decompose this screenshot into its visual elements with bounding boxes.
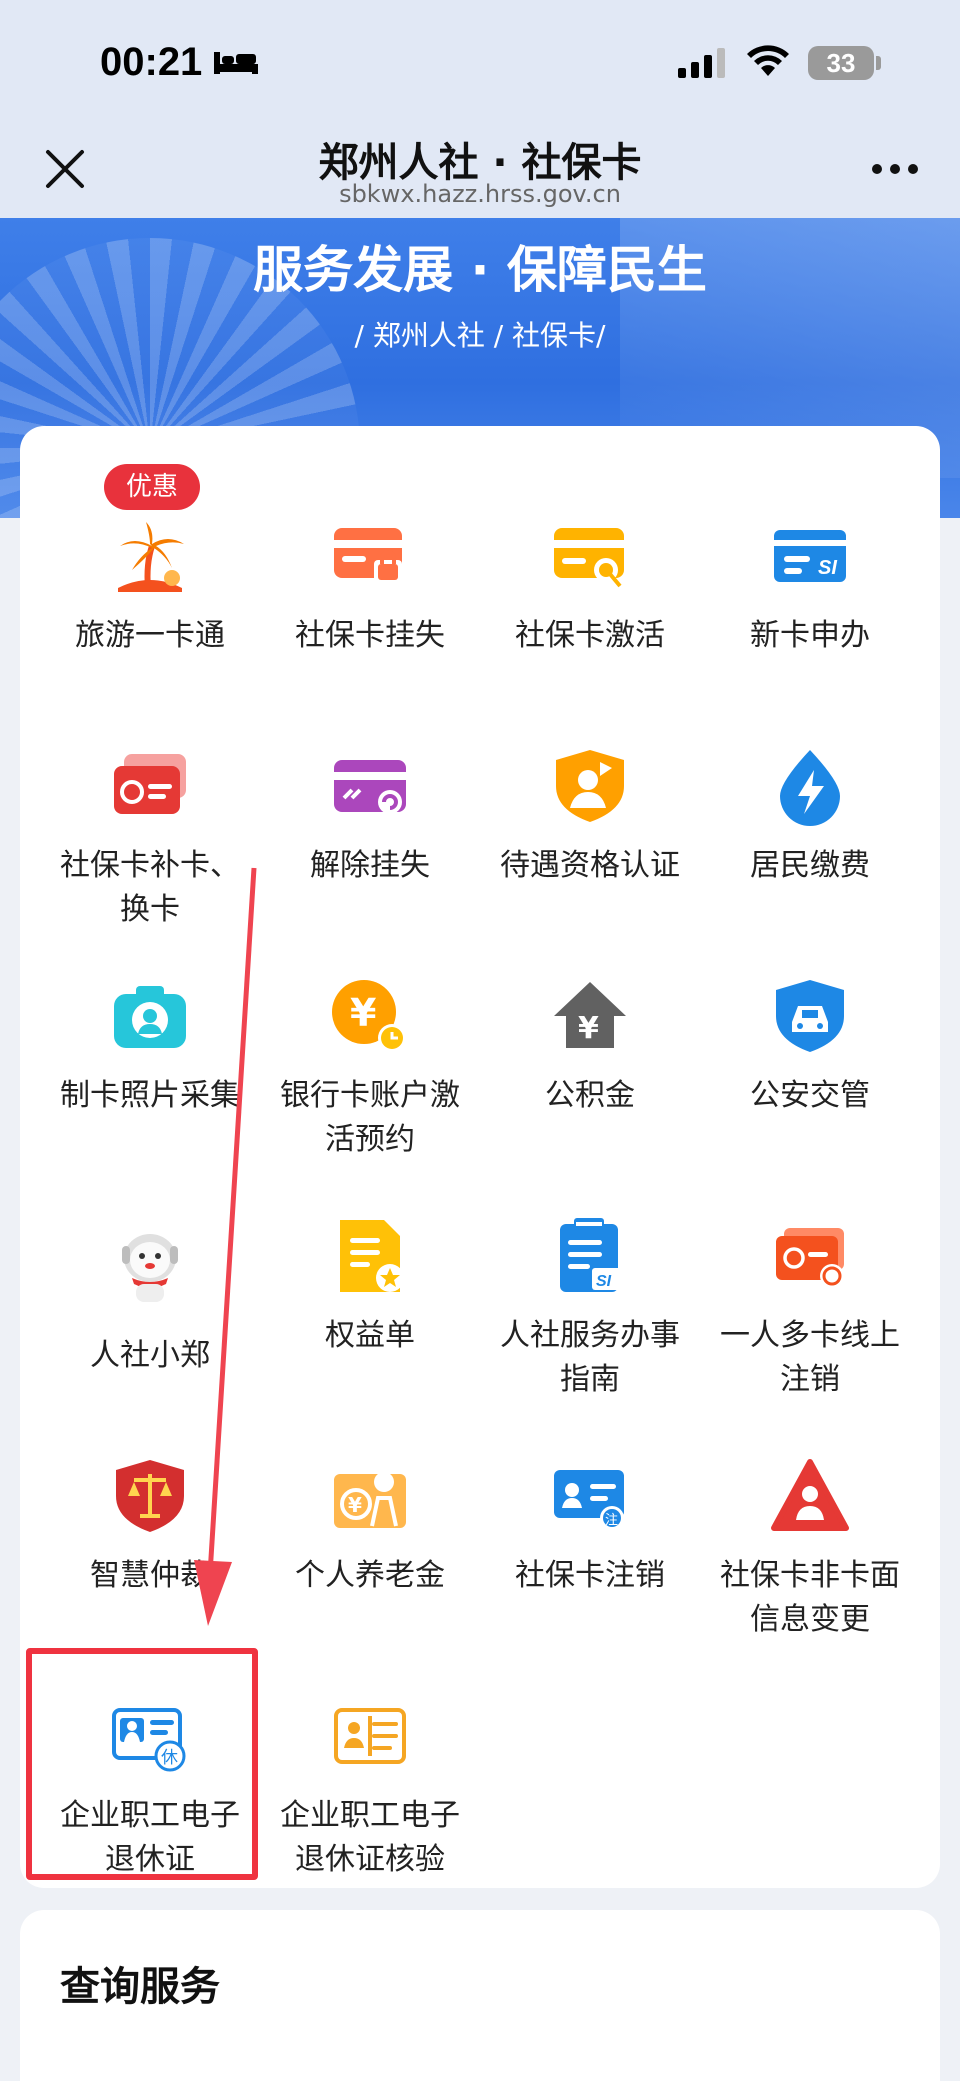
- service-item[interactable]: 权益单: [260, 1146, 480, 1376]
- page-url: sbkwx.hazz.hrss.gov.cn: [339, 180, 621, 208]
- card-cancel-icon: 注: [554, 1470, 624, 1530]
- multi-card-icon: [776, 1228, 844, 1288]
- svg-text:¥: ¥: [348, 1493, 362, 1517]
- card-replace-icon: [114, 754, 186, 814]
- service-item[interactable]: SI 新卡申办: [700, 446, 920, 676]
- service-item[interactable]: 制卡照片采集: [40, 906, 260, 1136]
- service-item[interactable]: 社保卡非卡面 信息变更: [700, 1386, 920, 1637]
- discount-badge: 优惠: [104, 464, 200, 510]
- service-label: 社保卡激活: [515, 618, 665, 653]
- service-label: 居民缴费: [750, 848, 870, 883]
- card-activate-icon: [554, 528, 624, 588]
- service-item[interactable]: 解除挂失: [260, 676, 480, 906]
- service-label: 解除挂失: [310, 848, 430, 883]
- service-item[interactable]: 一人多卡线上 注销: [700, 1146, 920, 1397]
- service-label: 旅游一卡通: [75, 618, 225, 653]
- service-label: 人社小郑: [90, 1338, 210, 1373]
- service-label: 制卡照片采集: [60, 1078, 240, 1113]
- banner-title: 服务发展 · 保障民生: [253, 241, 707, 299]
- battery-level: 33: [808, 46, 874, 80]
- service-label: 社保卡挂失: [295, 618, 445, 653]
- service-label: 个人养老金: [295, 1558, 445, 1593]
- new-card-icon: SI: [774, 530, 846, 582]
- service-item[interactable]: 社保卡挂失: [260, 446, 480, 676]
- top-bar: 00:21 33 郑州人社 · 社保卡 sbkwx.hazz.hrss.gov.…: [0, 0, 960, 218]
- yuan-clock-icon: ¥: [332, 980, 406, 1052]
- service-item[interactable]: 人社小郑: [40, 1156, 260, 1386]
- highlight-box: [26, 1648, 258, 1880]
- more-icon[interactable]: [872, 164, 918, 174]
- svg-text:SI: SI: [818, 557, 837, 579]
- service-item[interactable]: 社保卡激活: [480, 446, 700, 676]
- camera-icon: [114, 986, 186, 1048]
- clipboard-guide-icon: SI: [560, 1218, 622, 1292]
- card-lock-icon: [334, 528, 402, 584]
- service-label: 社保卡非卡面 信息变更: [720, 1558, 900, 1637]
- service-label: 公积金: [545, 1078, 635, 1113]
- wifi-icon: [747, 45, 789, 76]
- service-item[interactable]: ¥ 个人养老金: [260, 1386, 480, 1616]
- service-item[interactable]: 智慧仲裁: [40, 1386, 260, 1616]
- lightning-drop-icon: [780, 750, 840, 826]
- battery-tip: [876, 56, 881, 70]
- svg-text:¥: ¥: [578, 1011, 599, 1046]
- service-label: 待遇资格认证: [500, 848, 680, 883]
- service-item[interactable]: 公安交管: [700, 906, 920, 1136]
- service-item[interactable]: 待遇资格认证: [480, 676, 700, 906]
- service-label: 社保卡注销: [515, 1558, 665, 1593]
- service-item[interactable]: 居民缴费: [700, 676, 920, 906]
- id-verify-icon: [334, 1708, 406, 1764]
- svg-text:注: 注: [605, 1513, 618, 1528]
- service-item[interactable]: 注社保卡注销: [480, 1386, 700, 1616]
- warning-person-icon: [771, 1459, 849, 1531]
- card-unlock-icon: [334, 760, 406, 814]
- service-label: 公安交管: [750, 1078, 870, 1113]
- police-car-icon: [776, 980, 844, 1052]
- palm-tree-icon: [118, 522, 184, 592]
- scales-shield-icon: [116, 1460, 184, 1532]
- service-item[interactable]: ¥ 公积金: [480, 906, 700, 1136]
- document-star-icon: [340, 1220, 404, 1292]
- svg-text:¥: ¥: [350, 991, 376, 1035]
- service-item[interactable]: 社保卡补卡、 换卡: [40, 676, 260, 927]
- service-label: 智慧仲裁: [90, 1558, 210, 1593]
- sleep-mode-icon: [214, 52, 258, 74]
- service-label: 权益单: [325, 1318, 415, 1353]
- mascot-icon: [122, 1234, 178, 1302]
- service-label: 企业职工电子 退休证核验: [280, 1798, 460, 1877]
- service-item[interactable]: SI 人社服务办事 指南: [480, 1146, 700, 1397]
- service-label: 新卡申办: [750, 618, 870, 653]
- service-item[interactable]: ¥ 银行卡账户激 活预约: [260, 906, 480, 1157]
- banner-subtitle: / 郑州人社 / 社保卡/: [354, 319, 606, 352]
- query-section-title: 查询服务: [60, 1964, 220, 2010]
- signal-icon: [678, 48, 725, 78]
- status-time: 00:21: [100, 40, 203, 84]
- house-yuan-icon: ¥: [554, 982, 626, 1048]
- pension-icon: ¥: [334, 1472, 406, 1528]
- svg-text:SI: SI: [596, 1273, 612, 1290]
- service-item[interactable]: 企业职工电子 退休证核验: [260, 1626, 480, 1877]
- shield-person-icon: [556, 750, 624, 822]
